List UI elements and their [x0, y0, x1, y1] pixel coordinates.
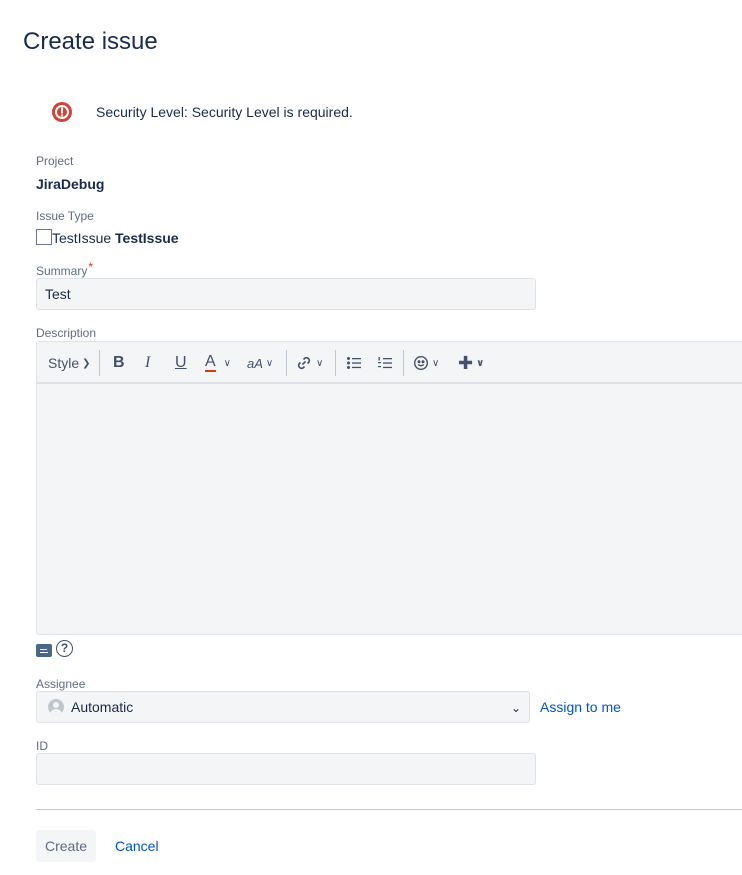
assignee-select[interactable]: Automatic ⌄ — [36, 691, 530, 723]
summary-label: Summary* — [36, 260, 93, 278]
bullet-list-button[interactable] — [346, 342, 362, 384]
id-label: ID — [36, 739, 48, 753]
bullet-list-icon — [347, 357, 361, 369]
emoji-icon — [413, 355, 429, 371]
text-color-button[interactable]: A ∨ — [205, 342, 231, 384]
avatar-icon — [48, 699, 64, 715]
summary-input[interactable]: Test — [36, 278, 536, 310]
error-icon — [51, 101, 73, 123]
text-color-label: A — [205, 353, 216, 372]
chevron-down-icon: ∨ — [265, 357, 274, 369]
issue-type-icon — [36, 229, 52, 245]
cancel-button[interactable]: Cancel — [115, 838, 159, 854]
style-dropdown-label: Style — [48, 355, 80, 371]
style-dropdown[interactable]: Style ❯ — [48, 342, 91, 384]
plus-icon: ✚ — [458, 352, 474, 373]
editor-toolbar: Style ❯ B I U A ∨ aA ∨ ∨ ∨ ✚ ∨ — [37, 342, 742, 384]
summary-label-text: Summary — [36, 264, 88, 278]
assignee-label: Assignee — [36, 677, 86, 691]
emoji-button[interactable]: ∨ — [413, 342, 439, 384]
chevron-down-icon: ∨ — [316, 357, 324, 369]
project-label: Project — [36, 154, 74, 168]
bold-button[interactable]: B — [113, 342, 125, 384]
italic-button[interactable]: I — [145, 342, 150, 384]
chevron-down-icon: ⌄ — [510, 701, 521, 715]
assignee-selected-value: Automatic — [71, 699, 134, 715]
footer-divider — [36, 809, 742, 810]
numbered-list-icon — [378, 357, 392, 369]
issue-type-value: TestIssue TestIssue — [52, 230, 179, 246]
description-editor[interactable]: Style ❯ B I U A ∨ aA ∨ ∨ ∨ ✚ ∨ — [36, 341, 742, 635]
chevron-down-icon: ∨ — [432, 357, 440, 369]
text-mode-icon[interactable] — [36, 644, 52, 657]
help-icon[interactable]: ? — [56, 640, 73, 657]
assign-to-me-link[interactable]: Assign to me — [540, 699, 621, 715]
required-mark: * — [88, 260, 94, 274]
create-button[interactable]: Create — [36, 830, 96, 862]
text-size-label: aA — [247, 355, 263, 371]
chevron-down-icon: ❯ — [82, 357, 91, 369]
link-icon — [297, 356, 311, 370]
chevron-down-icon: ∨ — [476, 357, 485, 369]
issue-type-label: Issue Type — [36, 209, 94, 223]
page-title: Create issue — [23, 28, 158, 55]
project-value: JiraDebug — [36, 176, 105, 192]
link-button[interactable]: ∨ — [295, 342, 323, 384]
chevron-down-icon: ∨ — [223, 357, 231, 369]
issue-type-name: TestIssue — [115, 230, 179, 246]
numbered-list-button[interactable] — [377, 342, 393, 384]
text-size-button[interactable]: aA ∨ — [247, 342, 273, 384]
description-label: Description — [36, 326, 97, 340]
insert-more-button[interactable]: ✚ ∨ — [458, 342, 484, 384]
underline-button[interactable]: U — [175, 342, 187, 384]
id-input[interactable] — [36, 753, 536, 785]
summary-input-value: Test — [45, 286, 71, 302]
issue-type-alt-text: TestIssue — [52, 230, 112, 246]
error-message: Security Level: Security Level is requir… — [96, 104, 353, 120]
